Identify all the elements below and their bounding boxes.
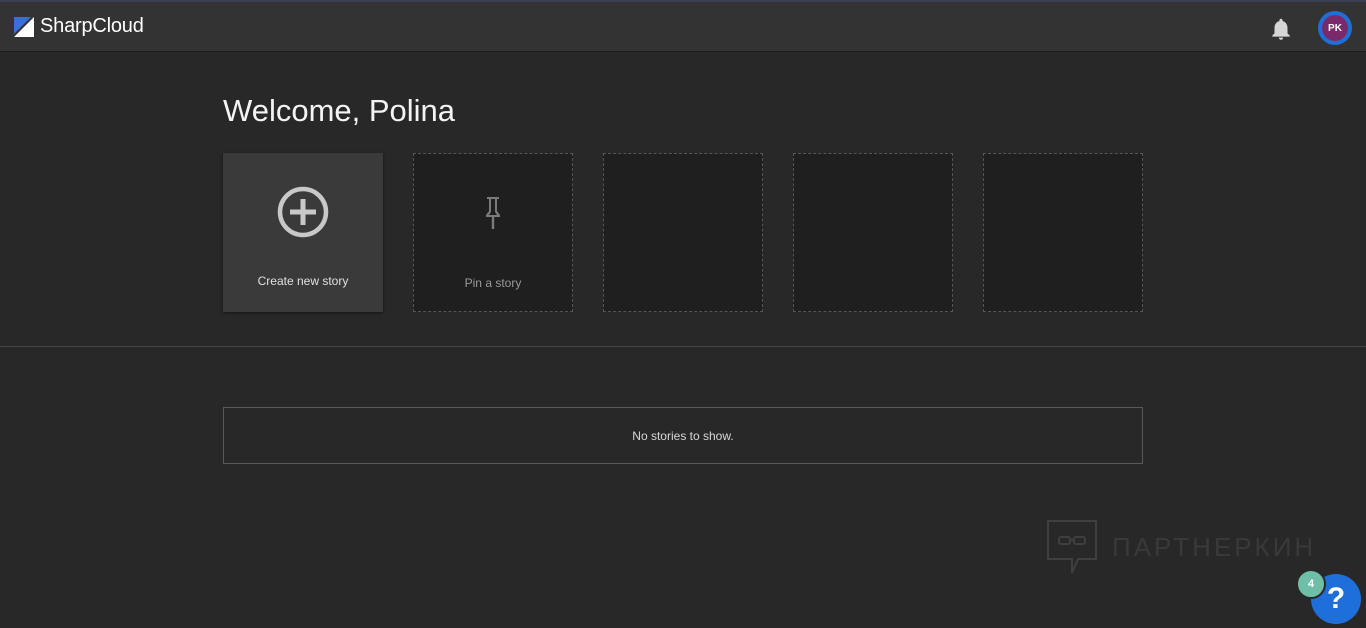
plus-circle-icon: [277, 186, 329, 238]
help-icon: ?: [1326, 582, 1346, 615]
empty-stories-panel: No stories to show.: [223, 407, 1143, 464]
brand-name: SharpCloud: [40, 15, 144, 37]
empty-stories-message: No stories to show.: [632, 428, 734, 443]
logo[interactable]: SharpCloud: [14, 15, 144, 38]
pin-icon: [486, 197, 500, 229]
logo-icon: [14, 16, 34, 37]
watermark-text: ПАРТНЕРКИН: [1112, 531, 1317, 562]
top-bar: SharpCloud PK: [0, 0, 1366, 52]
page-title: Welcome, Polina: [223, 93, 456, 128]
avatar-initials: PK: [1322, 15, 1348, 41]
create-new-story-label: Create new story: [257, 274, 349, 288]
pin-story-card[interactable]: Pin a story: [413, 153, 573, 312]
user-avatar[interactable]: PK: [1318, 11, 1352, 45]
watermark: ПАРТНЕРКИН: [1046, 519, 1316, 575]
empty-story-slot: [603, 153, 763, 312]
chat-icon: [1047, 520, 1097, 574]
notification-badge: 4: [1296, 569, 1326, 599]
empty-story-slot: [793, 153, 953, 312]
create-new-story-card[interactable]: Create new story: [223, 153, 383, 312]
section-divider: [0, 346, 1366, 347]
empty-story-slot: [983, 153, 1143, 312]
bell-icon[interactable]: [1268, 16, 1294, 42]
pin-story-label: Pin a story: [464, 276, 522, 290]
